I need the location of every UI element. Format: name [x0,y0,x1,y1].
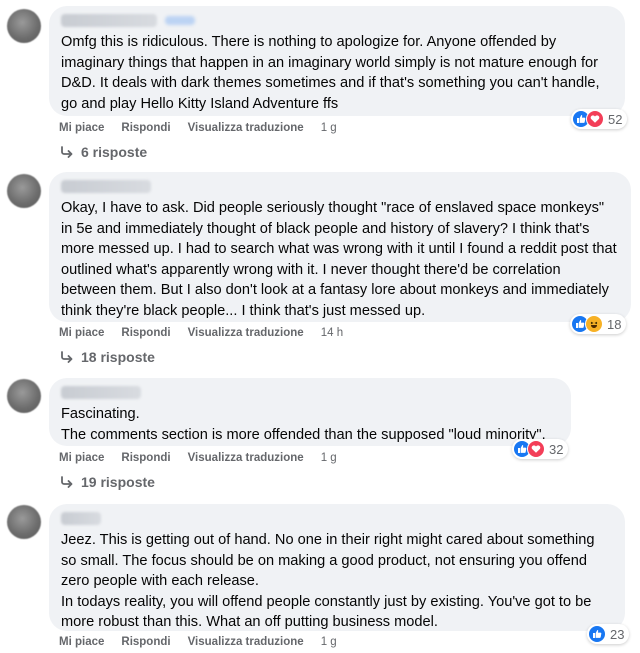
reaction-count: 23 [610,626,625,642]
reaction-summary[interactable]: 52 [571,109,628,129]
reply-button[interactable]: Rispondi [121,452,170,464]
comment-bubble: Fascinating. The comments section is mor… [49,378,571,446]
author-badge-redacted [165,16,195,25]
comment-actions: Mi piace Rispondi Visualizza traduzione … [59,636,354,648]
reaction-summary[interactable]: 32 [512,439,569,459]
reply-arrow-icon [61,476,73,488]
reaction-summary[interactable]: 18 [570,314,627,334]
comment-text: Okay, I have to ask. Did people seriousl… [61,200,621,319]
avatar[interactable] [7,174,41,208]
reaction-summary[interactable]: 23 [587,624,630,644]
replies-count-label: 6 risposte [81,144,148,160]
reply-button[interactable]: Rispondi [121,327,170,339]
comment-text: Jeez. This is getting out of hand. No on… [61,532,595,630]
like-button[interactable]: Mi piace [59,636,104,648]
replies-count-label: 18 risposte [81,349,155,365]
haha-reaction-icon [585,315,603,333]
comment-bubble: Okay, I have to ask. Did people seriousl… [49,172,631,322]
author-row [61,512,613,525]
timestamp[interactable]: 1 g [321,636,337,648]
like-button[interactable]: Mi piace [59,452,104,464]
reaction-count: 18 [607,316,622,332]
translate-button[interactable]: Visualizza traduzione [188,122,304,134]
translate-button[interactable]: Visualizza traduzione [188,327,304,339]
avatar[interactable] [7,505,41,539]
author-row [61,180,619,193]
comment-text: Fascinating. The comments section is mor… [61,406,546,443]
reply-arrow-icon [61,351,73,363]
view-replies-button[interactable]: 19 risposte [60,474,155,490]
author-name-redacted[interactable] [61,14,157,27]
comment-actions: Mi piace Rispondi Visualizza traduzione … [59,327,360,339]
comment-actions: Mi piace Rispondi Visualizza traduzione … [59,452,354,464]
timestamp[interactable]: 1 g [321,122,337,134]
like-button[interactable]: Mi piace [59,122,104,134]
comment-actions: Mi piace Rispondi Visualizza traduzione … [59,122,354,134]
like-button[interactable]: Mi piace [59,327,104,339]
love-reaction-icon [586,110,604,128]
author-row [61,14,613,27]
reply-button[interactable]: Rispondi [121,122,170,134]
translate-button[interactable]: Visualizza traduzione [188,452,304,464]
view-replies-button[interactable]: 6 risposte [60,144,147,160]
reply-button[interactable]: Rispondi [121,636,170,648]
like-reaction-icon [588,625,606,643]
timestamp[interactable]: 14 h [321,327,343,339]
reply-arrow-icon [61,146,73,158]
view-replies-button[interactable]: 18 risposte [60,349,155,365]
love-reaction-icon [527,440,545,458]
author-name-redacted[interactable] [61,180,151,193]
comment-bubble: Jeez. This is getting out of hand. No on… [49,504,625,631]
translate-button[interactable]: Visualizza traduzione [188,636,304,648]
author-name-redacted[interactable] [61,386,141,399]
author-row [61,386,559,399]
reaction-count: 32 [549,441,564,457]
replies-count-label: 19 risposte [81,474,155,490]
comment-bubble: Omfg this is ridiculous. There is nothin… [49,6,625,116]
timestamp[interactable]: 1 g [321,452,337,464]
avatar[interactable] [7,9,41,43]
reaction-count: 52 [608,111,623,127]
avatar[interactable] [7,379,41,413]
comment-text: Omfg this is ridiculous. There is nothin… [61,34,604,112]
author-name-redacted[interactable] [61,512,101,525]
